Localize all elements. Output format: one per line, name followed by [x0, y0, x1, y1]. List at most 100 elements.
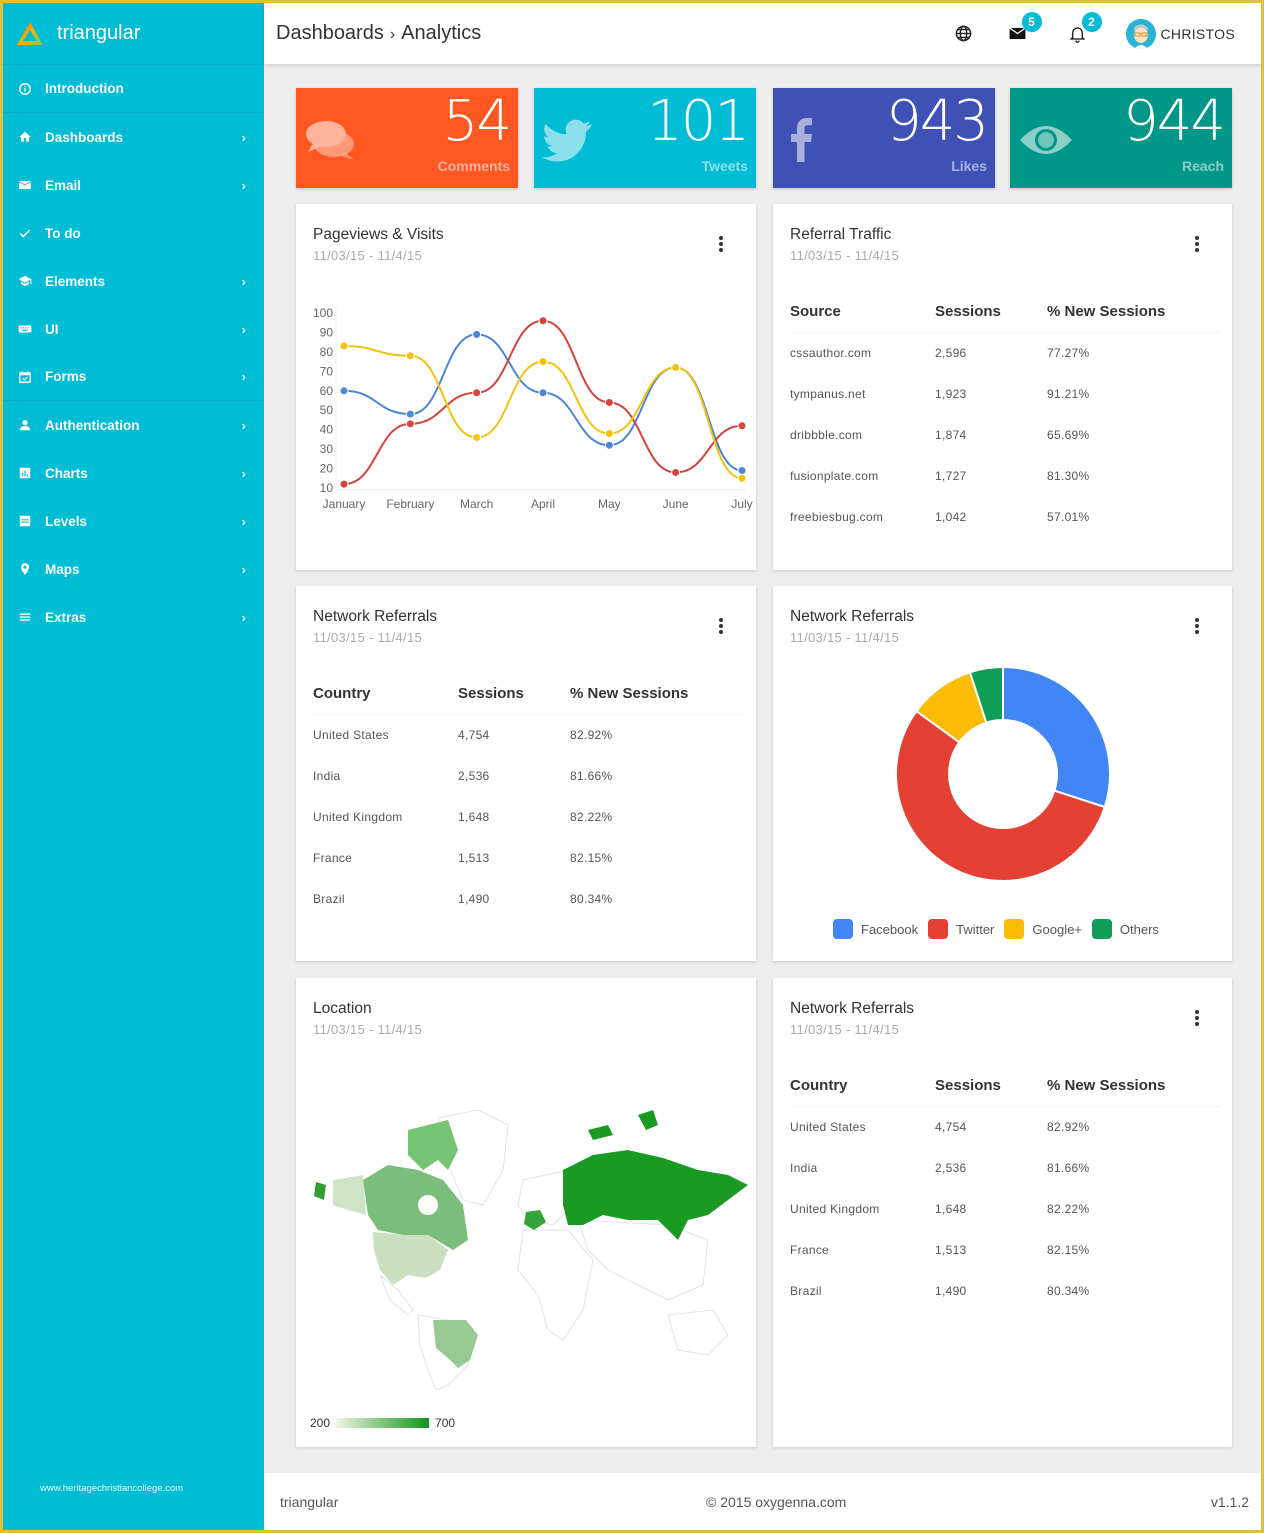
sidebar-item-to-do[interactable]: To do	[3, 209, 264, 257]
map-asia[interactable]	[577, 1219, 709, 1301]
user-menu[interactable]: CHRISTOS	[1125, 18, 1236, 49]
column-header[interactable]: % New Sessions	[1047, 292, 1220, 332]
column-header[interactable]: Sessions	[935, 292, 1047, 332]
stat-label: Tweets	[701, 158, 748, 174]
series-1	[339, 316, 747, 489]
card-title: Network Referrals	[313, 608, 438, 625]
table-cell: 1,648	[935, 1201, 967, 1216]
data-point[interactable]	[538, 316, 548, 326]
app-frame: triangular Introduction Dashboards › Email ›…	[3, 3, 1261, 1530]
data-point[interactable]	[538, 357, 548, 367]
sidebar-item-email[interactable]: Email ›	[3, 161, 264, 209]
mail-button[interactable]: 5	[1006, 11, 1042, 46]
legend-item[interactable]: Others	[1091, 919, 1159, 939]
donut-slice-facebook[interactable]	[1002, 665, 1111, 809]
column-header[interactable]: % New Sessions	[1047, 1066, 1220, 1106]
column-header[interactable]: Sessions	[935, 1066, 1047, 1106]
eye-icon	[1020, 126, 1072, 154]
sidebar-item-maps[interactable]: Maps ›	[3, 545, 264, 593]
globe-icon	[955, 25, 972, 42]
more-options-button[interactable]	[1194, 618, 1200, 634]
comments-icon	[306, 121, 354, 160]
table-row: cssauthor.com 2,596 77.27%	[790, 332, 1220, 373]
map-canada[interactable]	[408, 1120, 458, 1170]
scale-min-label: 200	[310, 1416, 331, 1430]
column-header[interactable]: % New Sessions	[570, 674, 743, 714]
y-tick-label: 70	[320, 364, 334, 378]
map-alaska-west[interactable]	[314, 1182, 326, 1200]
sidebar-item-forms[interactable]: Forms ›	[3, 353, 264, 401]
stat-label: Reach	[1181, 158, 1224, 174]
x-tick-label: March	[460, 497, 493, 511]
column-header[interactable]: Country	[313, 674, 458, 714]
map-alaska[interactable]	[333, 1175, 366, 1215]
table-cell: 1,513	[935, 1242, 967, 1257]
more-options-button[interactable]	[1194, 1010, 1200, 1026]
table-row: India 2,536 81.66%	[790, 1147, 1220, 1188]
sidebar-item-charts[interactable]: Charts ›	[3, 449, 264, 497]
world-map[interactable]	[308, 1110, 748, 1390]
language-button[interactable]	[952, 22, 976, 46]
data-point[interactable]	[737, 473, 747, 483]
data-point[interactable]	[472, 329, 482, 339]
data-point[interactable]	[604, 429, 614, 439]
legend-item[interactable]: Twitter	[928, 919, 994, 939]
table-cell: 1,923	[935, 386, 967, 401]
location-card: Location 11/03/15 - 11/4/15 200 700	[296, 978, 756, 1447]
legend-item[interactable]: Google+	[1004, 919, 1082, 939]
legend-swatch	[1091, 919, 1112, 939]
notifications-button[interactable]: 2	[1066, 11, 1102, 46]
y-tick-label: 80	[320, 345, 334, 359]
data-point[interactable]	[538, 388, 548, 398]
column-header[interactable]: Sessions	[458, 674, 570, 714]
data-point[interactable]	[604, 440, 614, 450]
column-header[interactable]: Source	[790, 292, 935, 332]
map-africa[interactable]	[517, 1229, 594, 1341]
footer-brand: triangular	[280, 1493, 339, 1510]
sidebar-item-ui[interactable]: UI ›	[3, 305, 264, 353]
table-row: United States 4,754 82.92%	[790, 1106, 1220, 1147]
data-point[interactable]	[339, 341, 349, 351]
card-date-range: 11/03/15 - 11/4/15	[313, 1022, 422, 1037]
column-header[interactable]: Country	[790, 1066, 935, 1106]
x-tick-label: April	[531, 497, 555, 511]
data-point[interactable]	[737, 466, 747, 475]
table-row: fusionplate.com 1,727 81.30%	[790, 455, 1220, 496]
more-options-button[interactable]	[718, 618, 724, 634]
sidebar-item-authentication[interactable]: Authentication ›	[3, 401, 264, 449]
data-point[interactable]	[405, 351, 415, 361]
sidebar-item-dashboards[interactable]: Dashboards ›	[3, 113, 264, 161]
table-cell: 82.92%	[1047, 1119, 1090, 1134]
map-australia[interactable]	[667, 1309, 729, 1356]
data-point[interactable]	[472, 388, 482, 398]
legend-item[interactable]: Facebook	[833, 919, 918, 939]
data-point[interactable]	[472, 432, 482, 442]
stat-card-reach: 944 Reach	[1010, 88, 1232, 188]
school-icon	[17, 273, 33, 289]
data-point[interactable]	[405, 419, 415, 429]
table-cell: dribbble.com	[790, 427, 863, 442]
data-point[interactable]	[405, 409, 415, 419]
brand[interactable]: triangular	[3, 3, 264, 65]
sidebar-item-introduction[interactable]: Introduction	[3, 65, 264, 113]
data-point[interactable]	[671, 467, 681, 477]
footer: triangular © 2015 oxygenna.com v1.1.2	[264, 1473, 1261, 1530]
more-options-button[interactable]	[1194, 236, 1200, 252]
data-point[interactable]	[339, 386, 349, 396]
referral-traffic-card: Referral Traffic 11/03/15 - 11/4/15 Sour…	[773, 204, 1232, 570]
data-point[interactable]	[671, 362, 681, 372]
sidebar-item-extras[interactable]: Extras ›	[3, 593, 264, 641]
series-0	[339, 329, 747, 475]
sidebar-item-levels[interactable]: Levels ›	[3, 497, 264, 545]
breadcrumb-item-dashboards[interactable]: Dashboards	[276, 22, 384, 44]
x-tick-label: July	[731, 497, 752, 511]
sidebar-item-elements[interactable]: Elements ›	[3, 257, 264, 305]
pageviews-card: Pageviews & Visits 11/03/15 - 11/4/15 10…	[296, 204, 756, 570]
table-cell: France	[313, 850, 353, 865]
chevron-right-icon: ›	[241, 561, 246, 577]
data-point[interactable]	[604, 397, 614, 407]
data-point[interactable]	[339, 479, 349, 489]
table-cell: 82.15%	[1047, 1242, 1090, 1257]
series-line	[343, 319, 743, 486]
data-point[interactable]	[737, 421, 747, 431]
